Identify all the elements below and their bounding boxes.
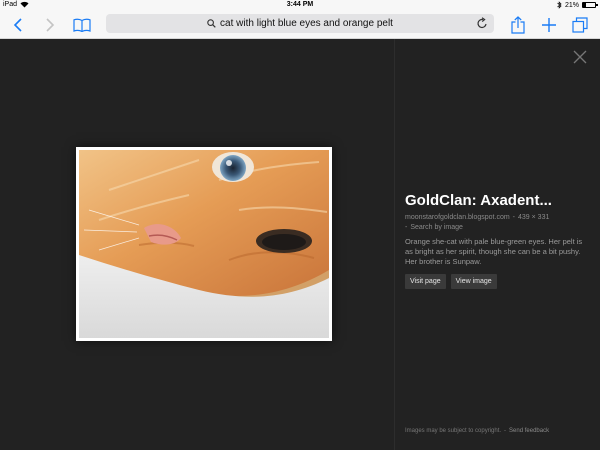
- meta-separator: -: [405, 224, 408, 231]
- close-button[interactable]: [573, 50, 587, 64]
- result-image[interactable]: [76, 147, 332, 341]
- result-details: GoldClan: Axadent... moonstarofgoldclan.…: [405, 192, 585, 289]
- cat-photo: [79, 150, 329, 338]
- search-by-image-link[interactable]: Search by image: [410, 224, 463, 231]
- panel-divider: [394, 39, 395, 450]
- back-icon: [13, 17, 22, 32]
- status-right: 21%: [557, 1, 598, 9]
- tabs-button[interactable]: [569, 11, 591, 38]
- reload-icon: [477, 17, 487, 29]
- battery-percent: 21%: [564, 1, 579, 9]
- view-image-button[interactable]: View image: [450, 274, 497, 289]
- tabs-icon: [572, 16, 588, 33]
- bookmarks-button[interactable]: [70, 11, 94, 38]
- share-button[interactable]: [507, 11, 529, 38]
- forward-icon: [46, 17, 55, 32]
- image-viewer: GoldClan: Axadent... moonstarofgoldclan.…: [0, 39, 600, 450]
- battery-icon: [582, 2, 598, 8]
- result-meta: moonstarofgoldclan.blogspot.com -439 × 33…: [405, 213, 585, 233]
- close-icon: [573, 50, 587, 64]
- browser-toolbar: cat with light blue eyes and orange pelt: [0, 11, 600, 39]
- copyright-notice: Images may be subject to copyright.: [405, 428, 502, 434]
- footer: Images may be subject to copyright. - Send…: [405, 428, 549, 434]
- share-icon: [511, 15, 525, 34]
- meta-separator: -: [512, 214, 516, 221]
- visit-page-button[interactable]: Visit page: [405, 274, 446, 289]
- new-tab-button[interactable]: [538, 11, 560, 38]
- footer-separator: -: [504, 428, 507, 434]
- result-description: Orange she-cat with pale blue-green eyes…: [405, 237, 583, 266]
- result-source[interactable]: moonstarofgoldclan.blogspot.com: [405, 214, 510, 221]
- forward-button[interactable]: [40, 11, 60, 38]
- status-bar: iPad 3:44 PM 21%: [0, 0, 600, 11]
- send-feedback-link[interactable]: Send feedback: [509, 428, 549, 434]
- search-query: cat with light blue eyes and orange pelt: [220, 18, 393, 29]
- search-icon: [207, 19, 216, 28]
- result-title[interactable]: GoldClan: Axadent...: [405, 192, 585, 210]
- reload-button[interactable]: [477, 17, 488, 32]
- status-time: 3:44 PM: [286, 1, 314, 8]
- battery-fill: [583, 3, 586, 7]
- result-dimensions: 439 × 331: [518, 214, 550, 221]
- back-button[interactable]: [8, 11, 28, 38]
- new-tab-icon: [542, 17, 556, 32]
- address-bar[interactable]: cat with light blue eyes and orange pelt: [106, 14, 494, 33]
- result-actions: Visit page View image: [405, 274, 585, 289]
- bookmarks-icon: [73, 18, 91, 32]
- bluetooth-icon: [557, 1, 562, 9]
